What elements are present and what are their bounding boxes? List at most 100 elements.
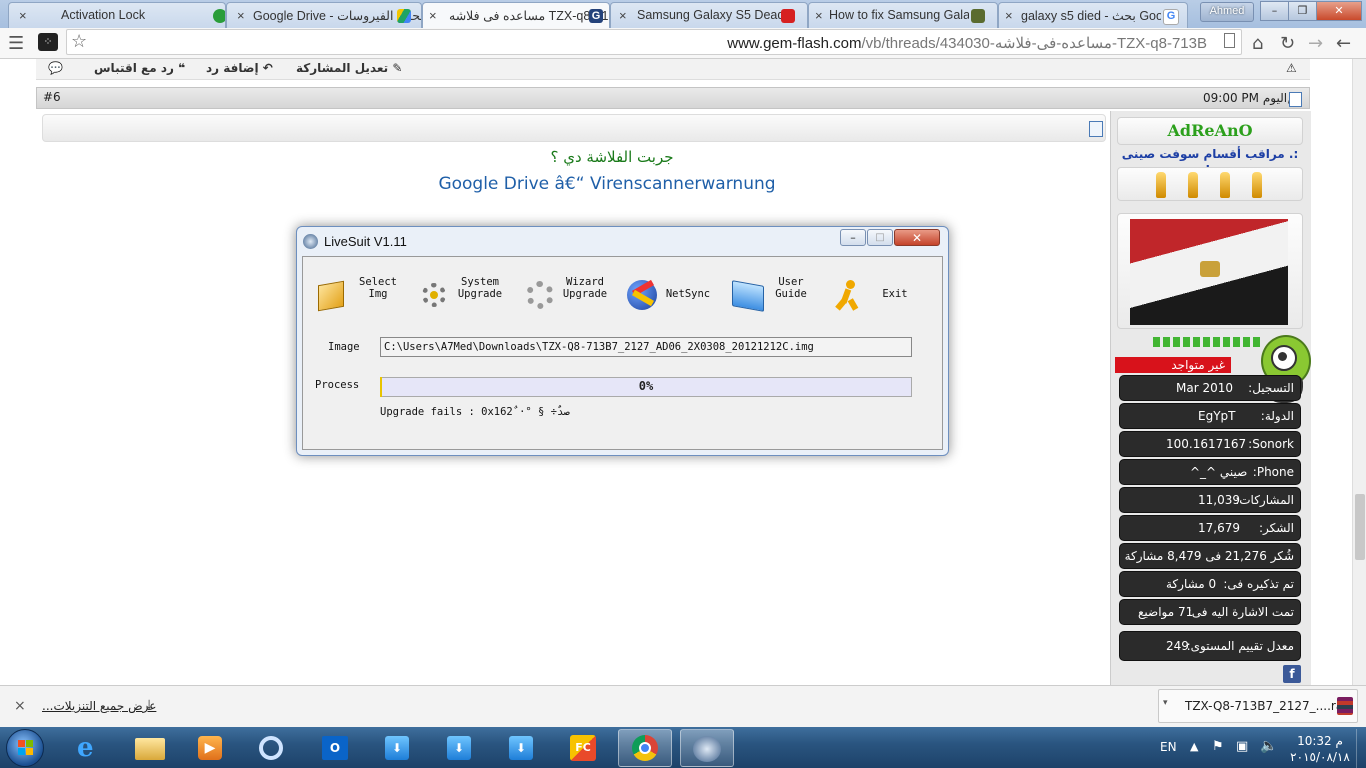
close-downloads-icon[interactable]: × xyxy=(14,698,26,714)
username[interactable]: AdReAnO xyxy=(1118,118,1302,144)
progress-text: 0% xyxy=(638,379,654,393)
rar-icon xyxy=(1337,697,1353,715)
avatar[interactable] xyxy=(1130,219,1288,325)
tab-close-icon[interactable]: × xyxy=(815,8,823,23)
ls-close-button[interactable]: ✕ xyxy=(894,229,940,246)
select-img-icon[interactable] xyxy=(316,277,346,312)
internet-explorer-icon[interactable]: e xyxy=(64,729,118,767)
tab-google-search[interactable]: × galaxy s5 died - بحث Goog G xyxy=(998,2,1188,28)
clock[interactable]: 10:32 م ٢٠١٥/٠٨/١٨ xyxy=(1290,733,1350,765)
rank-icon xyxy=(1252,172,1262,198)
media-player-icon[interactable]: ▶ xyxy=(184,729,238,767)
post-date: 09:00 PM اليوم, xyxy=(1203,91,1291,105)
stat-mentioned[interactable]: تم تذكيره فى: 0 مشاركة xyxy=(1119,571,1301,597)
running-man-icon[interactable] xyxy=(834,277,864,311)
tab-title: مساعده فى فلاشه TZX-q8-713B xyxy=(449,9,609,23)
doc-icon xyxy=(1089,121,1103,137)
ls-maximize-button[interactable]: □ xyxy=(867,229,893,246)
tab-current-thread[interactable]: × مساعده فى فلاشه TZX-q8-713B G xyxy=(422,2,610,28)
tab-close-icon[interactable]: × xyxy=(619,8,627,23)
post-number[interactable]: #6 xyxy=(43,90,61,104)
tab-close-icon[interactable]: × xyxy=(429,8,437,23)
tab-title: galaxy s5 died - بحث Goog xyxy=(1021,9,1161,23)
system-upgrade-button[interactable]: System Upgrade xyxy=(452,276,508,300)
edit-post-button[interactable]: تعديل المشاركة ✎ xyxy=(296,61,402,75)
format-factory-icon[interactable]: FC xyxy=(556,729,610,767)
wizard-gear-icon[interactable] xyxy=(524,277,554,309)
globe-icon[interactable] xyxy=(626,277,657,310)
chrome-icon[interactable] xyxy=(618,729,672,767)
reputation-bar xyxy=(1153,337,1263,347)
tab-close-icon[interactable]: × xyxy=(237,8,245,23)
tab-title: Samsung Galaxy S5 Dead xyxy=(637,8,785,22)
stat-thanked-in[interactable]: شُكر 21,276 فى 8,479 مشاركة xyxy=(1119,543,1301,569)
report-icon[interactable]: ⚠ xyxy=(1286,61,1297,75)
downloader-icon[interactable]: ⬇ xyxy=(432,729,486,767)
reply-button[interactable]: إضافة رد ↶ xyxy=(206,61,273,75)
post-actions-bar: 💬 رد مع اقتباس ❝ إضافة رد ↶ تعديل المشار… xyxy=(36,59,1310,80)
scrollbar[interactable] xyxy=(1352,59,1366,685)
google-icon: G xyxy=(1163,9,1179,25)
close-button[interactable]: ✕ xyxy=(1316,1,1362,21)
stat-posts[interactable]: المشاركات: 11,039 xyxy=(1119,487,1301,513)
tab-close-icon[interactable]: × xyxy=(1005,8,1013,23)
outlook-icon[interactable]: O xyxy=(308,729,362,767)
show-all-downloads-link[interactable]: عرض جميع التنزيلات... xyxy=(42,699,156,713)
tab-google-drive[interactable]: × Google Drive - فحص الفيروسات xyxy=(226,2,422,28)
multi-quote-icon[interactable]: 💬 xyxy=(48,61,63,75)
tray-expand-icon[interactable]: ▲ xyxy=(1190,740,1198,753)
download-icon: ⤓ xyxy=(146,697,153,713)
minimize-button[interactable]: – xyxy=(1260,1,1289,21)
explorer-folder-icon[interactable] xyxy=(124,729,178,767)
menu-icon[interactable]: ☰ xyxy=(8,33,24,54)
tab-how-to-fix[interactable]: × How to fix Samsung Galax xyxy=(808,2,998,28)
tab-samsung-dead[interactable]: × Samsung Galaxy S5 Dead xyxy=(610,2,808,28)
download-filename: TZX-Q8-713B7_2127_....rar xyxy=(1185,699,1349,713)
downloader-icon[interactable]: ⬇ xyxy=(494,729,548,767)
profile-button[interactable]: Ahmed xyxy=(1200,2,1254,22)
wizard-upgrade-button[interactable]: Wizard Upgrade xyxy=(558,276,612,300)
tab-activation-lock[interactable]: × Activation Lock xyxy=(8,2,226,28)
select-img-button[interactable]: Select Img xyxy=(352,276,404,300)
home-icon[interactable]: ⌂ xyxy=(1252,33,1263,54)
language-indicator[interactable]: EN xyxy=(1160,740,1177,754)
post-icon xyxy=(1289,92,1302,107)
gem-flash-icon: G xyxy=(589,9,603,23)
antivirus-icon[interactable] xyxy=(246,729,300,767)
address-bar[interactable]: ☆ www.gem-flash.com/vb/threads/434030-مس… xyxy=(66,29,1242,55)
rank-panel xyxy=(1117,167,1303,201)
user-guide-button[interactable]: User Guide xyxy=(768,276,814,300)
maximize-button[interactable]: ❐ xyxy=(1288,1,1317,21)
downloader-icon[interactable]: ⬇ xyxy=(370,729,424,767)
youtube-icon xyxy=(781,9,795,23)
volume-icon[interactable]: 🔈 xyxy=(1260,738,1277,754)
exit-button[interactable]: Exit xyxy=(880,288,910,300)
image-path-field[interactable]: C:\Users\A7Med\Downloads\TZX-Q8-713B7_21… xyxy=(380,337,912,357)
network-icon[interactable]: ▣ xyxy=(1236,739,1248,754)
reload-icon[interactable]: ↻ xyxy=(1280,33,1295,54)
tab-title: How to fix Samsung Galax xyxy=(829,8,969,22)
stat-tagged[interactable]: تمت الاشارة اليه فى: 71 مواضيع xyxy=(1119,599,1301,625)
quote-reply-button[interactable]: رد مع اقتباس ❝ xyxy=(94,61,185,75)
post-link[interactable]: Google Drive â€“ Virenscannerwarnung xyxy=(42,174,1172,194)
netsync-button[interactable]: NetSync xyxy=(664,288,712,300)
download-item[interactable]: ▾ TZX-Q8-713B7_2127_....rar xyxy=(1158,689,1358,723)
ls-minimize-button[interactable]: – xyxy=(840,229,866,246)
gear-icon[interactable] xyxy=(418,277,448,309)
chevron-down-icon[interactable]: ▾ xyxy=(1163,698,1168,708)
star-icon[interactable]: ☆ xyxy=(71,31,87,52)
rank-icon xyxy=(1188,172,1198,198)
blackberry-icon[interactable]: ⁘ xyxy=(38,33,58,51)
folder-icon[interactable] xyxy=(730,277,764,312)
show-desktop-button[interactable] xyxy=(1356,729,1366,768)
start-button[interactable] xyxy=(6,729,44,767)
facebook-icon[interactable]: f xyxy=(1283,665,1301,683)
forward-icon[interactable]: → xyxy=(1308,33,1323,54)
clock-time: 10:32 م xyxy=(1297,734,1343,748)
flag-icon[interactable]: ⚑ xyxy=(1212,739,1224,754)
back-icon[interactable]: ← xyxy=(1336,33,1351,54)
stat-level-rating: معدل تقييم المستوى: 249 xyxy=(1119,631,1301,661)
livesuit-taskbar-icon[interactable] xyxy=(680,729,734,767)
scrollbar-thumb[interactable] xyxy=(1355,494,1365,560)
tab-close-icon[interactable]: × xyxy=(19,8,27,23)
